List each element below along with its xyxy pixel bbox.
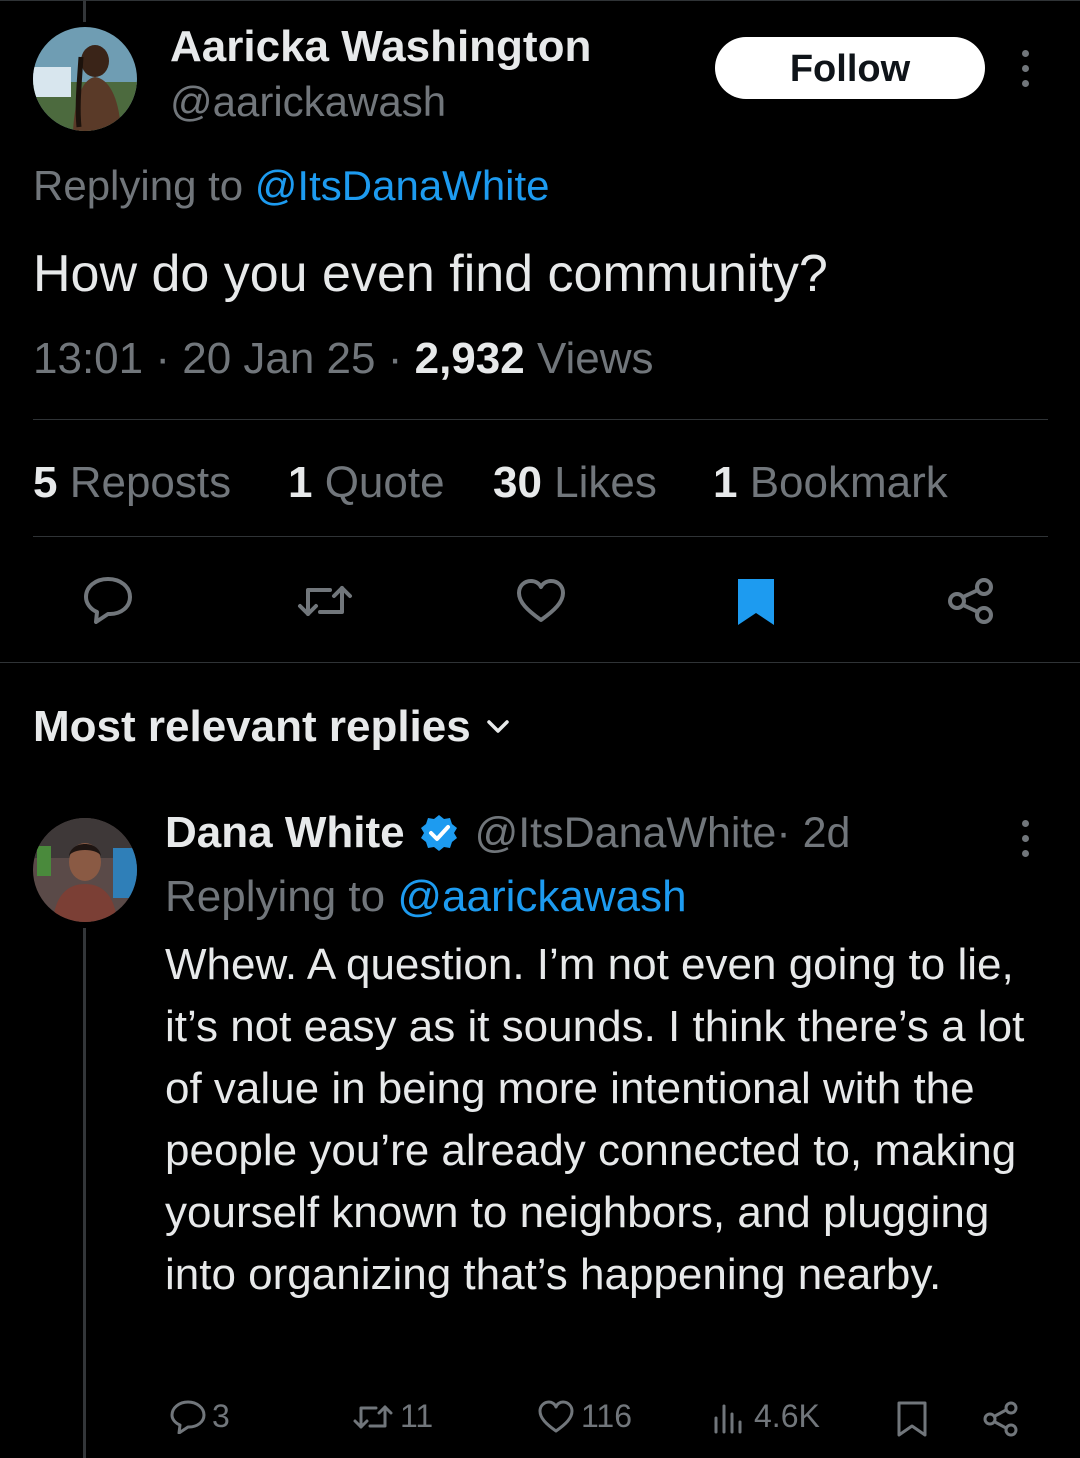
meta-separator: · xyxy=(375,334,415,383)
reply-replies-count: 3 xyxy=(212,1398,230,1434)
bookmarks-count: 1 xyxy=(713,458,738,507)
more-options-icon[interactable] xyxy=(1015,50,1035,87)
likes-label: Likes xyxy=(541,458,657,507)
reply-icon xyxy=(170,1400,206,1434)
reply-replying-prefix: Replying to xyxy=(165,872,398,921)
section-divider xyxy=(0,662,1080,663)
reply-likes-button[interactable]: 116 xyxy=(537,1398,632,1435)
reply-replying-handle-link[interactable]: @aarickawash xyxy=(397,872,686,921)
replying-prefix: Replying to xyxy=(33,162,255,209)
author-handle[interactable]: @aarickawash xyxy=(170,78,446,126)
verified-badge-icon xyxy=(419,813,459,853)
views-label: Views xyxy=(524,334,654,383)
bookmarks-label: Bookmark xyxy=(737,458,948,507)
reply-reposts-count: 11 xyxy=(400,1398,434,1434)
replies-sort-label: Most relevant replies xyxy=(33,702,471,751)
reply-more-options-icon[interactable] xyxy=(1015,820,1035,857)
author-name[interactable]: Aaricka Washington xyxy=(170,22,591,72)
repost-icon xyxy=(352,1401,394,1433)
quotes-label: Quote xyxy=(312,458,445,507)
reply-reposts-button[interactable]: 11 xyxy=(352,1398,433,1435)
reply-avatar[interactable] xyxy=(33,818,137,922)
reply-bookmark-icon[interactable] xyxy=(896,1400,928,1438)
bookmark-filled-icon[interactable] xyxy=(736,577,776,627)
reposts-label: Reposts xyxy=(57,458,232,507)
repost-icon[interactable] xyxy=(296,580,354,622)
reply-icon[interactable] xyxy=(82,576,134,624)
likes-count: 30 xyxy=(493,458,542,507)
meta-separator: · xyxy=(143,334,183,383)
reply-text: Whew. A question. I’m not even going to … xyxy=(165,940,1025,1299)
reply-author-name[interactable]: Dana White xyxy=(165,808,405,858)
chevron-down-icon xyxy=(485,718,511,736)
quotes-count: 1 xyxy=(288,458,313,507)
replying-to: Replying to @ItsDanaWhite xyxy=(33,162,550,210)
follow-button[interactable]: Follow xyxy=(715,37,985,99)
reply-author-handle[interactable]: @ItsDanaWhite xyxy=(475,809,777,858)
reply-likes-count: 116 xyxy=(581,1398,633,1434)
replies-sort-dropdown[interactable]: Most relevant replies xyxy=(33,702,511,752)
analytics-icon xyxy=(712,1400,748,1434)
reply-views-button[interactable]: 4.6K xyxy=(712,1398,820,1435)
quotes-stat[interactable]: 1 Quote xyxy=(288,458,445,508)
thread-line-top xyxy=(83,0,86,22)
bookmarks-stat[interactable]: 1 Bookmark xyxy=(713,458,948,508)
reply-share-icon[interactable] xyxy=(982,1400,1020,1438)
author-avatar[interactable] xyxy=(33,27,137,131)
reply-views-count: 4.6K xyxy=(754,1398,820,1434)
divider xyxy=(33,536,1048,537)
like-icon[interactable] xyxy=(515,578,567,624)
top-border xyxy=(0,0,1080,5)
reposts-count: 5 xyxy=(33,458,58,507)
replying-handle-link[interactable]: @ItsDanaWhite xyxy=(255,162,550,209)
tweet-time[interactable]: 13:01 xyxy=(33,334,143,383)
likes-stat[interactable]: 30 Likes xyxy=(493,458,657,508)
reply-age[interactable]: · 2d xyxy=(776,809,850,858)
reply-thread-line xyxy=(83,928,86,1458)
like-icon xyxy=(537,1400,575,1434)
tweet-meta: 13:01 · 20 Jan 25 · 2,932 Views xyxy=(33,334,654,384)
divider xyxy=(33,419,1048,420)
tweet-text: How do you even find community? xyxy=(33,245,828,303)
share-icon[interactable] xyxy=(946,576,996,626)
reply-replies-button[interactable]: 3 xyxy=(170,1398,230,1435)
reply-header: Dana White @ItsDanaWhite · 2d xyxy=(165,808,850,858)
reply-replying-to: Replying to @aarickawash xyxy=(165,872,687,922)
views-count: 2,932 xyxy=(414,334,525,383)
tweet-date[interactable]: 20 Jan 25 xyxy=(182,334,375,383)
reposts-stat[interactable]: 5 Reposts xyxy=(33,458,231,508)
